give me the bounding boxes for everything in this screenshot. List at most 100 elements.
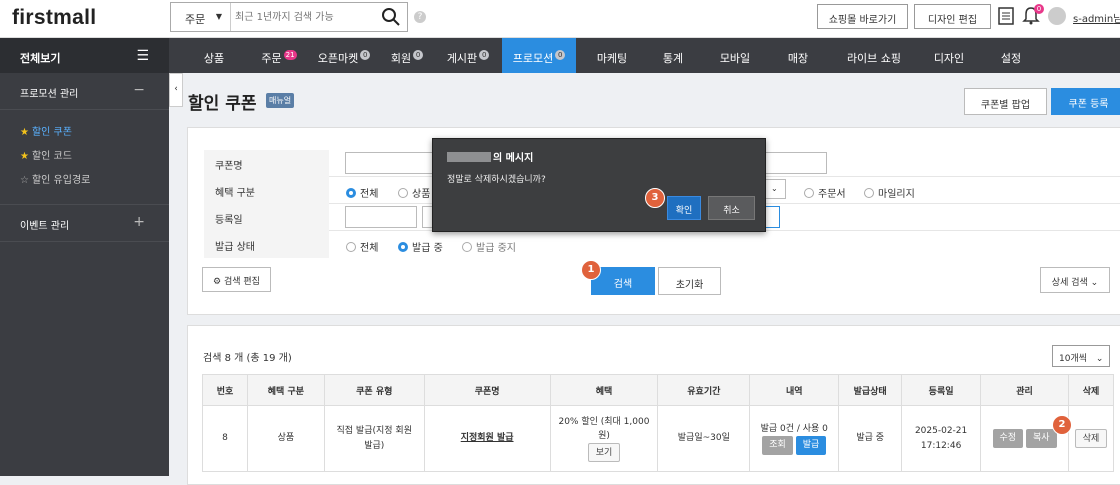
shop-link-button[interactable]: 쇼핑몰 바로가기 <box>817 4 908 29</box>
radio-benefit-product[interactable]: 상품 <box>398 185 430 200</box>
star-icon[interactable]: ★ <box>20 151 29 162</box>
nav-item-board[interactable]: 게시판 0 <box>437 38 499 73</box>
regdate-start-input[interactable] <box>345 206 417 228</box>
column-header: 유효기간 <box>657 374 751 406</box>
column-header: 혜택 구분 <box>246 374 325 406</box>
design-edit-button[interactable]: 디자인 편집 <box>914 4 991 29</box>
nav-item-live-shopping[interactable]: 라이브 쇼핑 <box>834 38 914 73</box>
coupon-register-button[interactable]: 쿠폰 등록 <box>1051 88 1120 115</box>
cell-benefit-type: 상품 <box>246 405 325 472</box>
detail-search-button[interactable]: 상세 검색 ⌄ <box>1040 267 1110 293</box>
cell-benefit: 20% 할인 (최대 1,000 원) 보기 <box>549 405 659 472</box>
search-scope-select[interactable]: 주문 ▼ <box>171 3 231 31</box>
issue-button[interactable]: 발급 <box>795 436 827 456</box>
nav-item-member[interactable]: 회원 0 <box>384 38 430 73</box>
manual-badge[interactable]: 매뉴얼 <box>266 93 295 108</box>
radio-benefit-all[interactable]: 전체 <box>346 185 378 200</box>
collapse-icon[interactable]: − <box>133 82 145 98</box>
sidebar-section-promotion[interactable]: 프로모션 관리 − <box>0 73 169 110</box>
nav-item-marketing[interactable]: 마케팅 <box>587 38 637 73</box>
column-header: 내역 <box>749 374 840 406</box>
dialog-message: 정말로 삭제하시겠습니까? <box>447 175 546 185</box>
star-outline-icon[interactable]: ☆ <box>20 175 29 186</box>
radio-benefit-mileage[interactable]: 마일리지 <box>864 185 915 200</box>
cell-coupon-type: 직접 발급(지정 회원 발급) <box>323 405 425 472</box>
radio-benefit-order[interactable]: 주문서 <box>804 185 846 200</box>
radio-issue-stopped[interactable]: 발급 중지 <box>462 239 516 254</box>
column-header: 삭제 <box>1067 374 1115 406</box>
step-marker-3: 3 <box>645 188 665 208</box>
column-header: 혜택 <box>549 374 659 406</box>
cell-date: 2025-02-21 17:12:46 <box>901 405 982 472</box>
column-header: 발급상태 <box>838 374 903 406</box>
nav-badge: 21 <box>283 50 297 60</box>
star-icon[interactable]: ★ <box>20 127 29 138</box>
dialog-ok-button[interactable]: 확인 <box>667 196 701 220</box>
lookup-button[interactable]: 조회 <box>762 436 793 456</box>
nav-item-design[interactable]: 디자인 <box>924 38 974 73</box>
column-header: 관리 <box>980 374 1069 406</box>
filter-label: 혜택 구분 <box>204 177 329 204</box>
username-link[interactable]: s-admin님 <box>1073 10 1120 25</box>
sidebar-item-label: 할인 유입경로 <box>31 175 91 186</box>
search-input[interactable] <box>233 3 373 31</box>
expand-icon[interactable]: + <box>133 214 145 230</box>
reset-button[interactable]: 초기화 <box>658 267 721 295</box>
avatar[interactable] <box>1048 7 1066 25</box>
nav-item-settings[interactable]: 설정 <box>991 38 1031 73</box>
cell-validity: 발급일~30일 <box>657 405 751 472</box>
nav-item-store[interactable]: 매장 <box>778 38 818 73</box>
search-scope-label: 주문 <box>185 13 206 26</box>
cell-manage: 수정 복사 <box>980 405 1069 472</box>
sidebar-header: 전체보기 ☰ <box>0 38 169 73</box>
edit-button[interactable]: 수정 <box>992 429 1024 448</box>
edit-search-button[interactable]: ⚙ 검색 편집 <box>202 267 271 292</box>
nav-item-product[interactable]: 상품 <box>169 38 259 73</box>
nav-badge: 0 <box>555 50 566 60</box>
chevron-down-icon[interactable]: ⌄ <box>764 179 786 199</box>
nav-item-order[interactable]: 주문 21 <box>249 38 309 73</box>
step-marker-2: 2 <box>1052 415 1072 435</box>
nav-badge: 0 <box>360 50 371 60</box>
sidebar: 전체보기 ☰ 프로모션 관리 − ★ 할인 쿠폰 ★ 할인 코드 ☆ 할인 유입경로 … <box>0 38 169 476</box>
table-row: 8 상품 직접 발급(지정 회원 발급) 지정회원 발급 20% 할인 (최대 1… <box>202 405 1115 472</box>
global-search: 주문 ▼ <box>170 2 408 32</box>
redacted-site-name <box>447 152 491 162</box>
document-icon[interactable] <box>998 7 1014 25</box>
chevron-left-icon: ‹ <box>174 84 178 94</box>
search-icon[interactable] <box>381 7 401 27</box>
nav-badge: 0 <box>413 50 424 60</box>
coupon-popup-button[interactable]: 쿠폰별 팝업 <box>964 88 1047 115</box>
results-panel: 검색 8 개 (총 19 개) 10개씩 ⌄ 번호 혜택 구분 쿠폰 유형 쿠폰… <box>187 325 1120 485</box>
radio-issue-all[interactable]: 전체 <box>346 239 378 254</box>
top-bar: firstmall 주문 ▼ ? 쇼핑몰 바로가기 디자인 편집 0 s-adm… <box>0 0 1120 38</box>
sidebar-item-discount-coupon[interactable]: ★ 할인 쿠폰 <box>0 118 169 142</box>
view-button[interactable]: 보기 <box>587 443 621 463</box>
sidebar-section-label: 이벤트 관리 <box>20 221 70 232</box>
sidebar-item-discount-referrer[interactable]: ☆ 할인 유입경로 <box>0 166 169 190</box>
radio-issue-active[interactable]: 발급 중 <box>398 239 443 254</box>
sidebar-section-event[interactable]: 이벤트 관리 + <box>0 205 169 242</box>
nav-item-stats[interactable]: 통계 <box>653 38 693 73</box>
nav-item-promotion[interactable]: 프로모션 0 <box>502 38 576 73</box>
nav-item-openmarket[interactable]: 오픈마켓 0 <box>309 38 379 73</box>
coupon-name-link[interactable]: 지정회원 발급 <box>461 433 514 443</box>
sidebar-collapse-tab[interactable]: ‹ <box>169 73 183 107</box>
help-icon[interactable]: ? <box>414 11 426 23</box>
chevron-down-icon: ▼ <box>215 12 222 21</box>
nav-item-mobile[interactable]: 모바일 <box>710 38 760 73</box>
delete-button[interactable]: 삭제 <box>1074 429 1108 448</box>
gear-icon: ⚙ <box>213 277 224 287</box>
cell-no: 8 <box>202 405 248 472</box>
filter-label: 등록일 <box>204 204 329 231</box>
per-page-select[interactable]: 10개씩 ⌄ <box>1052 345 1110 367</box>
copy-button[interactable]: 복사 <box>1025 429 1057 448</box>
column-header: 쿠폰명 <box>423 374 551 406</box>
hamburger-icon[interactable]: ☰ <box>136 48 149 64</box>
dialog-cancel-button[interactable]: 취소 <box>708 196 755 220</box>
cell-status: 발급 중 <box>838 405 903 472</box>
sidebar-item-discount-code[interactable]: ★ 할인 코드 <box>0 142 169 166</box>
step-marker-1: 1 <box>581 260 601 280</box>
logo[interactable]: firstmall <box>12 6 96 30</box>
filter-row-issue: 발급 상태 전체 발급 중 발급 중지 <box>204 231 1120 258</box>
